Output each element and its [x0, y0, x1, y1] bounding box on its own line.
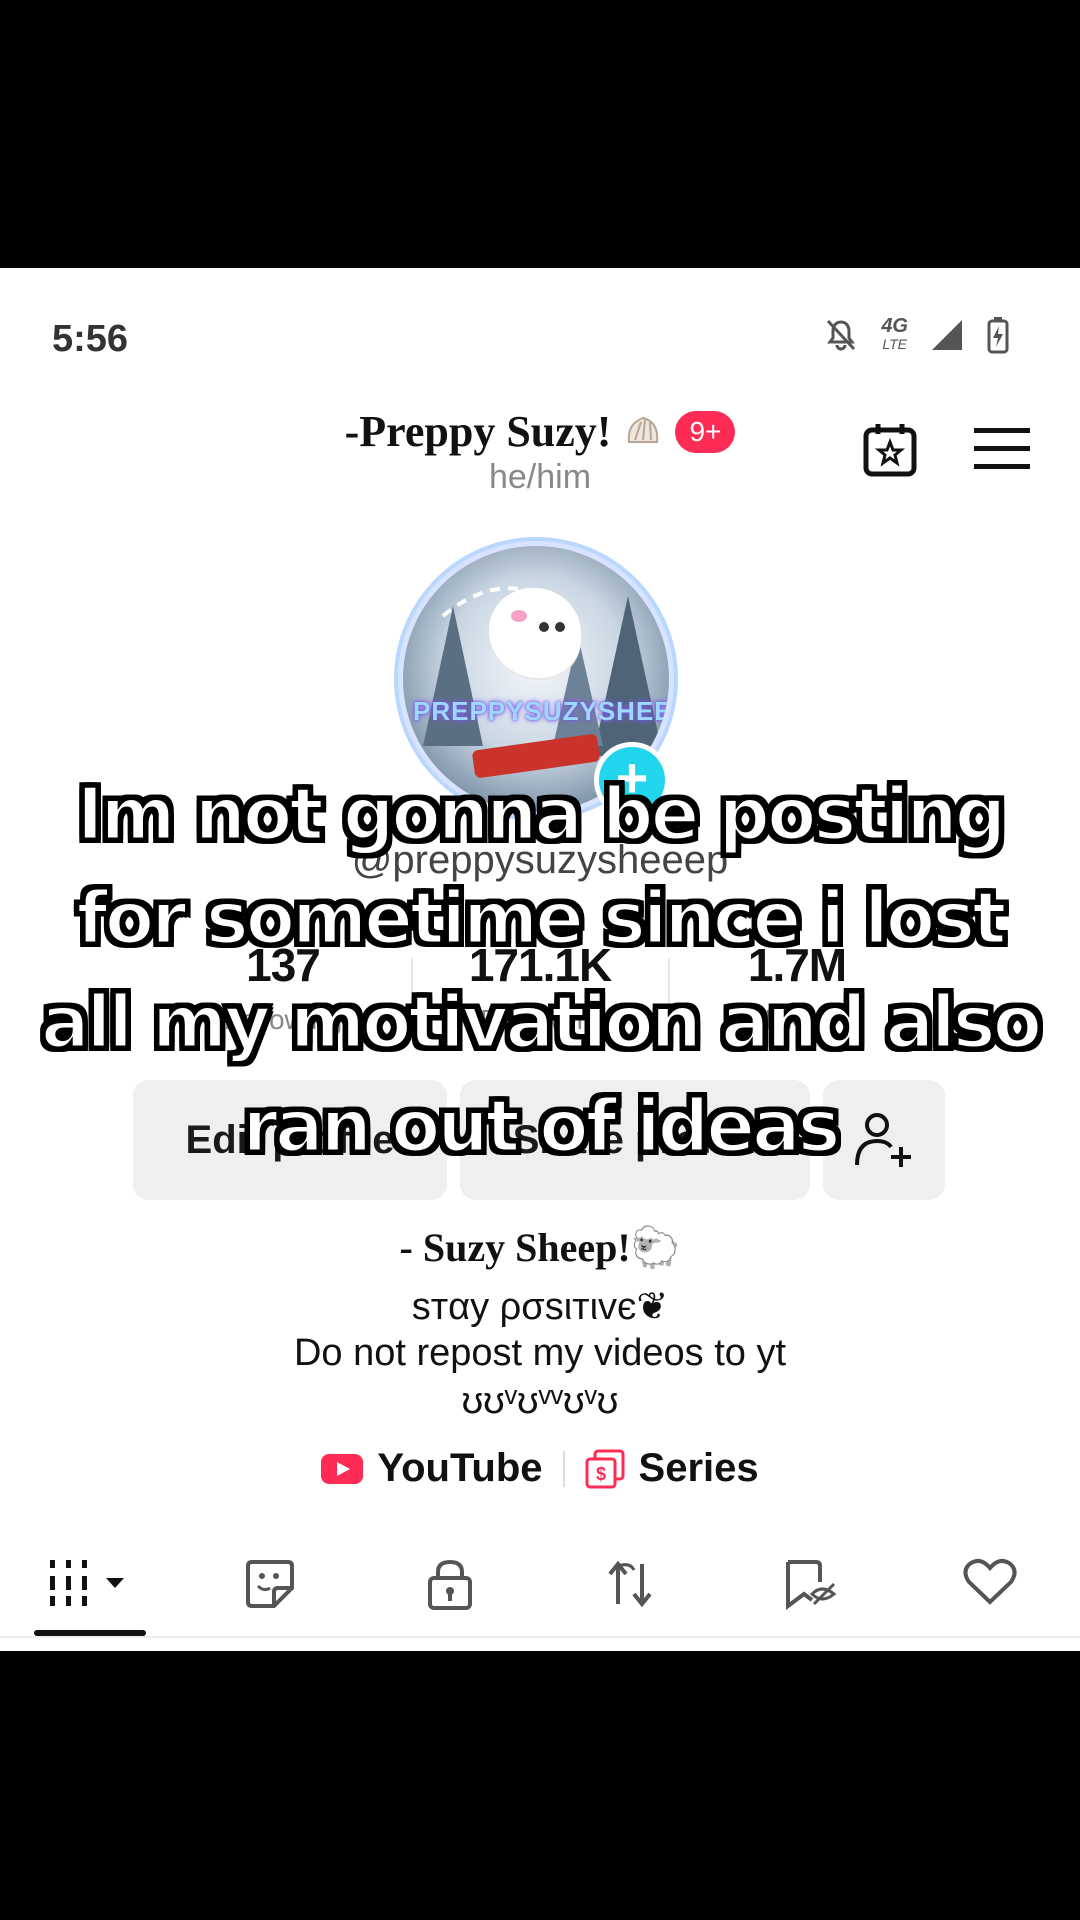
network-sub: LTE — [882, 336, 907, 352]
youtube-icon — [321, 1453, 364, 1484]
status-time: 5:56 — [52, 318, 129, 360]
sheep-cheek — [511, 610, 527, 622]
heart-icon — [963, 1558, 1017, 1605]
stickers-icon — [246, 1560, 294, 1608]
tab-videos[interactable] — [0, 1550, 180, 1632]
tab-liked[interactable] — [900, 1550, 1080, 1632]
notification-badge[interactable]: 9+ — [675, 410, 736, 453]
series-link-label: Series — [638, 1446, 759, 1490]
tab-stickers[interactable] — [180, 1550, 360, 1632]
calendar-star-icon — [863, 424, 917, 477]
hidden-bookmark-icon — [786, 1560, 837, 1610]
calendar-button[interactable] — [860, 420, 920, 485]
profile-links: YouTube $ Series — [0, 1446, 1080, 1491]
sheep-eye — [539, 622, 549, 632]
youtube-link[interactable]: YouTube — [321, 1446, 543, 1491]
network-indicator: 4G LTE — [881, 315, 908, 353]
bio-line: ʊʊᵛʊᵛᵛʊᵛʊ — [461, 1380, 619, 1422]
bio-line: Do not repost my videos to yt — [293, 1332, 787, 1374]
lock-icon — [428, 1559, 472, 1610]
series-link[interactable]: $ Series — [585, 1446, 759, 1491]
menu-button[interactable] — [974, 426, 1030, 477]
tab-reposts[interactable] — [540, 1550, 720, 1632]
network-type: 4G — [881, 315, 908, 337]
battery-charging-icon — [987, 317, 1009, 354]
shell-icon — [628, 416, 659, 443]
series-icon: $ — [585, 1449, 625, 1488]
status-icons: 4G LTE — [823, 316, 1010, 354]
signal-icon — [932, 320, 962, 350]
bio-line: sтαy ρσѕιтιvє❦ — [411, 1286, 669, 1328]
bio-name: - Suzy Sheep!🐑 — [399, 1225, 681, 1270]
svg-text:$: $ — [596, 1464, 606, 1484]
link-divider — [562, 1450, 565, 1487]
sheep-eye — [555, 622, 565, 632]
tab-private[interactable] — [360, 1550, 540, 1632]
tabs-divider — [0, 1636, 1080, 1638]
video-caption-overlay: Im not gonna be posting for sometime sin… — [39, 771, 1043, 1170]
display-name: -Preppy Suzy! — [344, 407, 612, 456]
bell-muted-icon — [827, 319, 856, 351]
youtube-link-label: YouTube — [377, 1446, 543, 1490]
videos-grid-icon — [50, 1560, 124, 1606]
hamburger-menu-icon — [974, 428, 1030, 469]
content-tabs — [0, 1550, 1080, 1632]
avatar-text: PREPPYSUZYSHEEEP — [413, 696, 669, 726]
tab-favorites[interactable] — [720, 1550, 900, 1632]
repost-icon — [608, 1560, 652, 1608]
